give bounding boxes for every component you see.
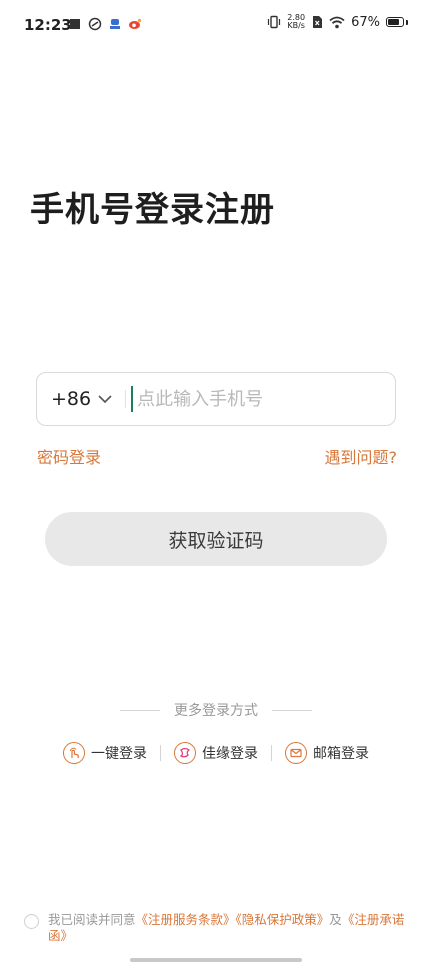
home-indicator[interactable]: [130, 958, 302, 962]
divider-line: [120, 709, 160, 711]
alt-login-options: 一键登录 佳缘登录 邮箱登录: [0, 742, 432, 764]
battery-icon: [386, 17, 404, 27]
option-separator: [271, 745, 272, 761]
page-title: 手机号登录注册: [30, 190, 275, 230]
battery-cap: [406, 19, 408, 25]
phone-number-input[interactable]: [135, 387, 360, 411]
net-speed: 2.80 KB/s: [287, 14, 305, 30]
status-right: 2.80 KB/s 67%: [267, 14, 408, 30]
stop-icon: [70, 19, 80, 29]
jiayuan-login-button[interactable]: 佳缘登录: [174, 742, 258, 764]
vibrate-icon: [268, 15, 281, 29]
battery-percent: 67%: [351, 14, 380, 30]
agreement-prefix: 我已阅读并同意: [48, 912, 136, 927]
help-link[interactable]: 遇到问题?: [325, 444, 398, 468]
country-code-text: +86: [51, 388, 92, 410]
option-separator: [160, 745, 161, 761]
email-login-button[interactable]: 邮箱登录: [285, 742, 369, 764]
weibo-icon: [129, 18, 142, 29]
one-click-login-label: 一键登录: [91, 746, 147, 762]
password-login-link[interactable]: 密码登录: [37, 444, 101, 468]
touch-icon: [63, 742, 85, 764]
status-bar: 12:23 2.80 KB/s 67%: [0, 0, 432, 52]
agreement-row: 我已阅读并同意《注册服务条款》《隐私保护政策》及《注册承诺函》: [24, 912, 414, 944]
app-icon: [88, 17, 102, 31]
email-login-label: 邮箱登录: [313, 746, 369, 762]
phone-input-box[interactable]: +86: [36, 372, 396, 426]
one-click-login-button[interactable]: 一键登录: [63, 742, 147, 764]
wifi-icon: [329, 16, 345, 28]
chevron-down-icon: [98, 395, 112, 404]
jiayuan-login-label: 佳缘登录: [202, 746, 258, 762]
get-code-button[interactable]: 获取验证码: [45, 512, 387, 566]
privacy-link[interactable]: 《隐私保护政策》: [236, 912, 330, 927]
no-sim-icon: [313, 16, 323, 28]
mail-icon: [285, 742, 307, 764]
more-login-heading: 更多登录方式: [0, 700, 432, 720]
more-login-text: 更多登录方式: [174, 703, 258, 719]
agreement-text: 我已阅读并同意《注册服务条款》《隐私保护政策》及《注册承诺函》: [48, 912, 414, 944]
divider-line: [272, 709, 312, 711]
app-icon: [110, 19, 120, 29]
text-caret: [131, 386, 134, 412]
notification-icons: [68, 17, 142, 31]
country-code-selector[interactable]: +86: [37, 373, 113, 425]
terms-link[interactable]: 《注册服务条款》: [136, 912, 236, 927]
input-divider: [125, 390, 127, 408]
status-time: 12:23: [24, 16, 72, 34]
jiayuan-icon: [174, 742, 196, 764]
agreement-checkbox[interactable]: [24, 914, 39, 929]
agreement-and: 及: [329, 912, 342, 927]
net-speed-unit: KB/s: [287, 21, 305, 30]
